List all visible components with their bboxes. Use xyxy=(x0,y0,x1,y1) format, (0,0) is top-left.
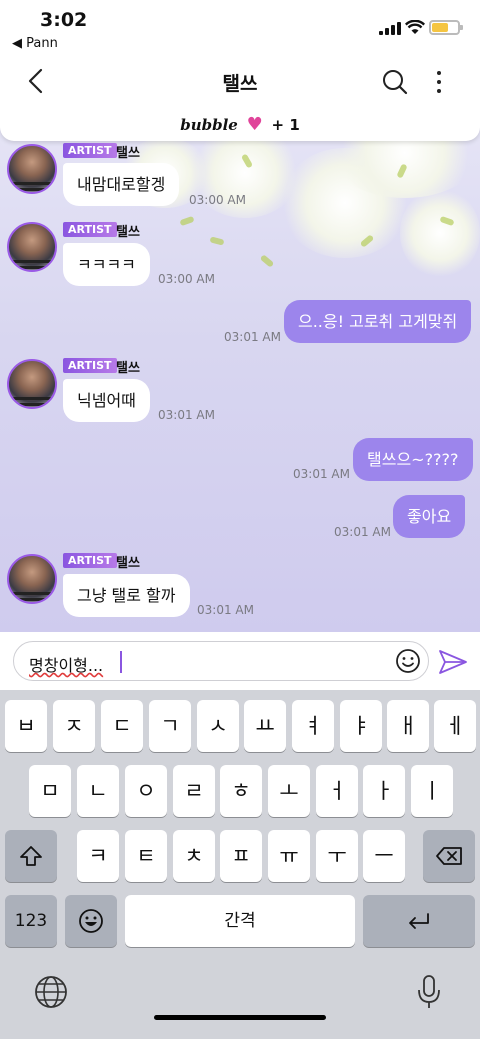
chat-area[interactable]: bubble ♥ + 1 ARTIST 탤쓰 내맘대로할겡 03:00 AM A… xyxy=(0,108,480,632)
key[interactable]: ㅣ xyxy=(411,765,453,817)
key[interactable]: ㅂ xyxy=(5,700,47,752)
artist-badge: ARTIST xyxy=(63,143,117,158)
send-icon xyxy=(439,650,467,674)
key[interactable]: ㅠ xyxy=(268,830,310,882)
search-icon xyxy=(383,70,408,95)
emoji-button[interactable] xyxy=(395,648,421,674)
wifi-icon xyxy=(404,19,426,39)
text-cursor xyxy=(120,651,122,673)
more-options-button[interactable] xyxy=(432,69,446,95)
clock: 3:02 xyxy=(40,9,88,31)
key[interactable]: ㅌ xyxy=(125,830,167,882)
korean-keyboard: ㅂ ㅈ ㄷ ㄱ ㅅ ㅛ ㅕ ㅑ ㅐ ㅔ ㅁ ㄴ ㅇ ㄹ ㅎ ㅗ ㅓ ㅏ ㅣ ㅋ … xyxy=(0,690,480,1039)
message-timestamp: 03:01 AM xyxy=(334,525,391,539)
key[interactable]: ㅗ xyxy=(268,765,310,817)
key[interactable]: ㅁ xyxy=(29,765,71,817)
key[interactable]: ㅓ xyxy=(316,765,358,817)
key[interactable]: ㅡ xyxy=(363,830,405,882)
message-timestamp: 03:01 AM xyxy=(293,467,350,481)
backspace-key[interactable] xyxy=(423,830,475,882)
key[interactable]: ㅈ xyxy=(53,700,95,752)
return-key[interactable] xyxy=(363,895,475,947)
message-timestamp: 03:01 AM xyxy=(224,330,281,344)
message-bubble[interactable]: ㅋㅋㅋㅋ xyxy=(63,243,150,286)
send-button[interactable] xyxy=(438,648,468,676)
more-vertical-icon xyxy=(437,71,441,93)
heart-icon: ♥ xyxy=(246,114,263,135)
message-input[interactable]: 명창이형... xyxy=(13,641,429,681)
key[interactable]: ㅔ xyxy=(434,700,476,752)
status-bar: 3:02 ◀ Pann xyxy=(0,0,480,56)
emoji-key[interactable] xyxy=(65,895,117,947)
artist-avatar[interactable] xyxy=(7,222,57,272)
search-button[interactable] xyxy=(382,69,408,95)
shift-key[interactable] xyxy=(5,830,57,882)
artist-badge: ARTIST xyxy=(63,222,117,237)
key[interactable]: ㅏ xyxy=(363,765,405,817)
key[interactable]: ㄷ xyxy=(101,700,143,752)
sender-name: 탤쓰 xyxy=(116,556,140,571)
key[interactable]: ㅍ xyxy=(220,830,262,882)
subscription-count: + 1 xyxy=(271,116,300,134)
message-bubble[interactable]: 탤쓰으~???? xyxy=(353,438,473,481)
key[interactable]: ㄱ xyxy=(149,700,191,752)
key[interactable]: ㅑ xyxy=(340,700,382,752)
home-indicator[interactable] xyxy=(154,1015,326,1020)
shift-arrow-icon xyxy=(20,846,42,866)
message-timestamp: 03:01 AM xyxy=(197,603,254,617)
globe-button[interactable] xyxy=(34,975,68,1009)
message-bubble[interactable]: 으..응! 고로취 고게맞쥐 xyxy=(284,300,472,343)
message-timestamp: 03:00 AM xyxy=(189,193,246,207)
smiley-icon xyxy=(396,649,420,673)
key[interactable]: ㅅ xyxy=(197,700,239,752)
composer-bar: 명창이형... xyxy=(0,632,480,690)
key[interactable]: ㅇ xyxy=(125,765,167,817)
sender-name: 탤쓰 xyxy=(116,225,140,240)
artist-badge: ARTIST xyxy=(63,358,117,373)
artist-badge: ARTIST xyxy=(63,553,117,568)
backspace-icon xyxy=(436,847,462,865)
key[interactable]: ㅋ xyxy=(77,830,119,882)
microphone-icon xyxy=(418,975,440,1008)
return-arrow-icon xyxy=(409,913,429,929)
dictation-button[interactable] xyxy=(416,974,442,1010)
bubble-subscription-banner[interactable]: bubble ♥ + 1 xyxy=(0,108,480,141)
key[interactable]: ㅜ xyxy=(316,830,358,882)
message-timestamp: 03:01 AM xyxy=(158,408,215,422)
key[interactable]: ㄹ xyxy=(173,765,215,817)
globe-icon xyxy=(35,976,67,1008)
key[interactable]: ㅎ xyxy=(220,765,262,817)
space-key[interactable]: 간격 xyxy=(125,895,355,947)
message-input-text: 명창이형... xyxy=(29,656,104,675)
sender-name: 탤쓰 xyxy=(116,146,140,161)
emoji-icon xyxy=(79,909,103,933)
sender-name: 탤쓰 xyxy=(116,361,140,376)
cellular-signal-icon xyxy=(379,22,401,35)
message-bubble[interactable]: 내맘대로할겡 xyxy=(63,163,180,206)
message-bubble[interactable]: 그냥 탤로 할까 xyxy=(63,574,190,617)
artist-avatar[interactable] xyxy=(7,359,57,409)
artist-avatar[interactable] xyxy=(7,554,57,604)
message-timestamp: 03:00 AM xyxy=(158,272,215,286)
message-bubble[interactable]: 좋아요 xyxy=(393,495,466,538)
bubble-logo: bubble xyxy=(180,116,238,134)
key[interactable]: ㅊ xyxy=(173,830,215,882)
back-to-app-link[interactable]: ◀ Pann xyxy=(12,36,58,51)
key[interactable]: ㄴ xyxy=(77,765,119,817)
artist-avatar[interactable] xyxy=(7,144,57,194)
chat-title: 탤쓰 xyxy=(222,73,258,95)
numbers-key[interactable]: 123 xyxy=(5,895,57,947)
chat-header: 탤쓰 xyxy=(0,56,480,108)
key[interactable]: ㅛ xyxy=(244,700,286,752)
message-bubble[interactable]: 닉넴어때 xyxy=(63,379,150,422)
key[interactable]: ㅕ xyxy=(292,700,334,752)
battery-icon xyxy=(429,20,463,35)
key[interactable]: ㅐ xyxy=(387,700,429,752)
